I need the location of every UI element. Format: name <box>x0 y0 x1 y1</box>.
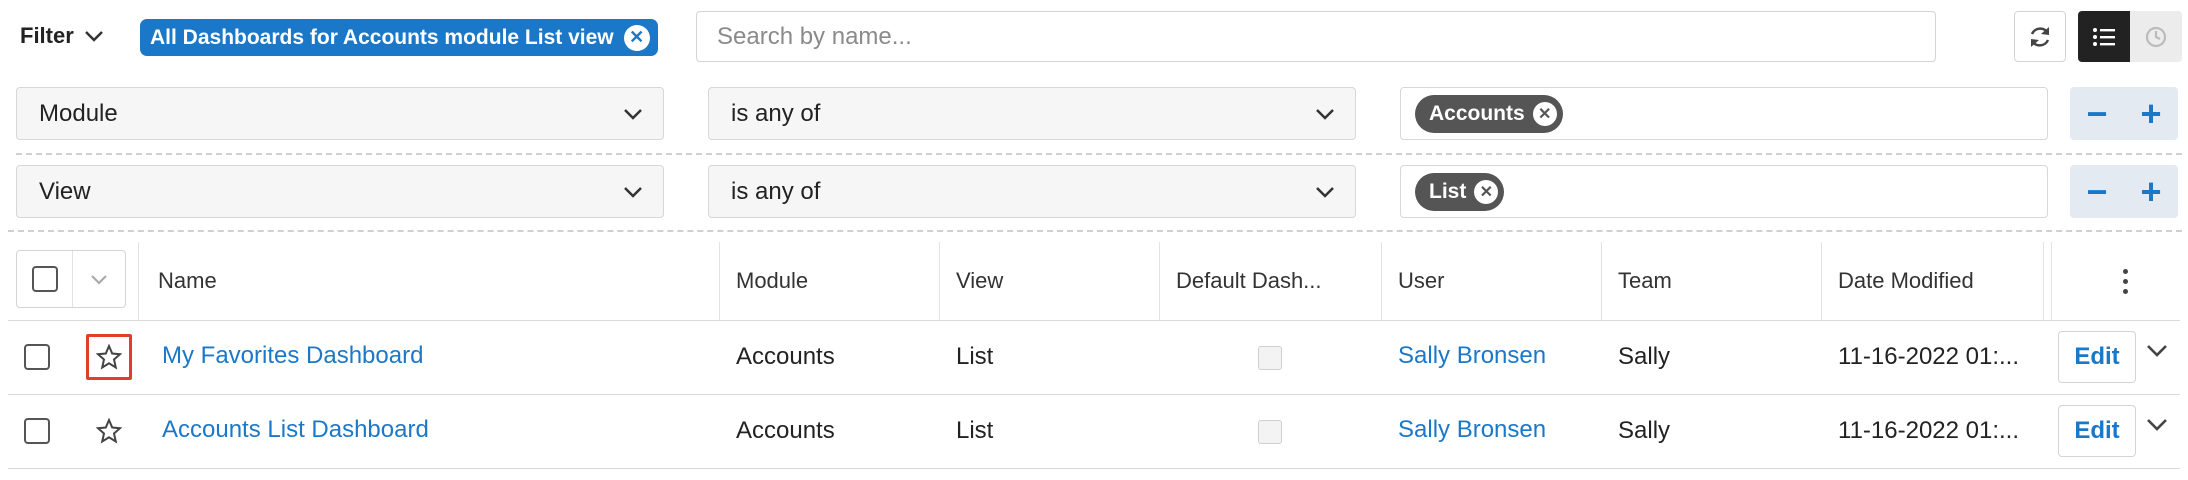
column-label: View <box>956 268 1004 293</box>
team-cell: Sally <box>1618 343 1671 370</box>
header-border <box>8 320 2180 321</box>
chevron-down-icon <box>624 186 642 198</box>
edit-button[interactable]: Edit <box>2058 405 2136 457</box>
mass-select-control <box>16 250 126 308</box>
dashboard-name-link[interactable]: My Favorites Dashboard <box>162 342 702 370</box>
default-dashboard-checkbox <box>1258 420 1282 444</box>
refresh-button[interactable] <box>2014 11 2066 62</box>
filter-tag: List ✕ <box>1415 172 1505 211</box>
header-separator <box>2044 242 2052 320</box>
select-all-checkbox-wrap <box>17 251 73 307</box>
favorite-button[interactable] <box>95 417 124 446</box>
chevron-down-icon <box>624 108 642 120</box>
remove-row-button[interactable]: − <box>2072 95 2122 132</box>
chevron-down-icon <box>2147 345 2167 357</box>
filter-operator-value: is any of <box>731 177 821 205</box>
row-checkbox[interactable] <box>24 418 50 444</box>
view-cell: List <box>956 343 994 370</box>
remove-filter-icon[interactable]: ✕ <box>623 24 650 51</box>
star-icon <box>95 417 123 444</box>
column-header-name[interactable]: Name <box>142 242 720 320</box>
filter-tag-label: List <box>1429 179 1467 203</box>
column-label: Default Dash... <box>1176 268 1322 293</box>
activity-view-toggle[interactable] <box>2130 11 2182 62</box>
chevron-down-icon <box>1316 108 1334 120</box>
filter-field-value: Module <box>39 99 118 127</box>
mass-actions-dropdown[interactable] <box>73 251 125 307</box>
filter-field-select[interactable]: Module <box>16 87 664 140</box>
filter-row-actions: − + <box>2070 87 2178 140</box>
column-label: Module <box>736 268 809 293</box>
date-modified-cell: 11-16-2022 01:... <box>1838 417 2020 444</box>
column-header-default-dashboard[interactable]: Default Dash... <box>1160 242 1382 320</box>
chevron-down-icon <box>2147 419 2167 431</box>
filter-field-value: View <box>39 177 91 205</box>
filter-divider <box>8 230 2182 232</box>
column-header-view[interactable]: View <box>940 242 1160 320</box>
filter-operator-value: is any of <box>731 99 821 127</box>
filter-value-input[interactable]: List ✕ <box>1400 165 2048 218</box>
filter-tag-label: Accounts <box>1429 101 1525 125</box>
column-label: Name <box>158 268 217 293</box>
user-link[interactable]: Sally Bronsen <box>1398 416 1598 444</box>
list-view-toggle[interactable] <box>2078 11 2130 62</box>
favorite-button[interactable] <box>86 334 132 380</box>
module-cell: Accounts <box>736 417 835 444</box>
date-modified-cell: 11-16-2022 01:... <box>1838 343 2020 370</box>
remove-tag-icon[interactable]: ✕ <box>1532 101 1557 126</box>
column-label: Team <box>1618 268 1672 293</box>
column-header-team[interactable]: Team <box>1602 242 1822 320</box>
chevron-down-icon <box>84 31 103 42</box>
column-label: User <box>1398 268 1445 293</box>
search-input[interactable] <box>715 21 1917 52</box>
search-field[interactable] <box>696 11 1936 62</box>
row-border <box>8 468 2180 469</box>
user-link[interactable]: Sally Bronsen <box>1398 342 1598 370</box>
select-all-checkbox[interactable] <box>31 266 58 292</box>
add-row-button[interactable]: + <box>2126 95 2176 132</box>
filter-operator-select[interactable]: is any of <box>708 165 1356 218</box>
star-icon <box>96 344 122 370</box>
active-filter-pill[interactable]: All Dashboards for Accounts module List … <box>140 19 658 56</box>
row-border <box>8 394 2180 395</box>
column-label: Date Modified <box>1838 268 1974 293</box>
column-header-date-modified[interactable]: Date Modified <box>1822 242 2044 320</box>
edit-button[interactable]: Edit <box>2058 331 2136 383</box>
add-row-button[interactable]: + <box>2126 173 2176 210</box>
chevron-down-icon <box>91 274 107 285</box>
column-header-user[interactable]: User <box>1382 242 1602 320</box>
module-cell: Accounts <box>736 343 835 370</box>
kebab-icon <box>2122 268 2128 294</box>
row-checkbox[interactable] <box>24 344 50 370</box>
column-options-button[interactable] <box>2110 262 2140 300</box>
filter-tag: Accounts ✕ <box>1415 94 1563 133</box>
filter-row-actions: − + <box>2070 165 2178 218</box>
filter-value-input[interactable]: Accounts ✕ <box>1400 87 2048 140</box>
row-actions-dropdown[interactable] <box>2146 344 2168 363</box>
clock-icon <box>2145 26 2167 47</box>
filter-field-select[interactable]: View <box>16 165 664 218</box>
filter-dropdown-button[interactable]: Filter <box>20 12 104 60</box>
view-cell: List <box>956 417 994 444</box>
filter-label: Filter <box>20 23 74 48</box>
list-icon <box>2093 27 2115 46</box>
chevron-down-icon <box>1316 186 1334 198</box>
row-divider <box>16 153 2182 155</box>
header-separator <box>138 242 139 320</box>
refresh-icon <box>2030 26 2050 47</box>
remove-row-button[interactable]: − <box>2072 173 2122 210</box>
default-dashboard-checkbox <box>1258 346 1282 370</box>
remove-tag-icon[interactable]: ✕ <box>1474 179 1499 204</box>
filter-operator-select[interactable]: is any of <box>708 87 1356 140</box>
team-cell: Sally <box>1618 417 1671 444</box>
column-header-module[interactable]: Module <box>720 242 940 320</box>
dashboard-name-link[interactable]: Accounts List Dashboard <box>162 416 702 444</box>
row-actions-dropdown[interactable] <box>2146 418 2168 437</box>
active-filter-label: All Dashboards for Accounts module List … <box>150 25 614 49</box>
